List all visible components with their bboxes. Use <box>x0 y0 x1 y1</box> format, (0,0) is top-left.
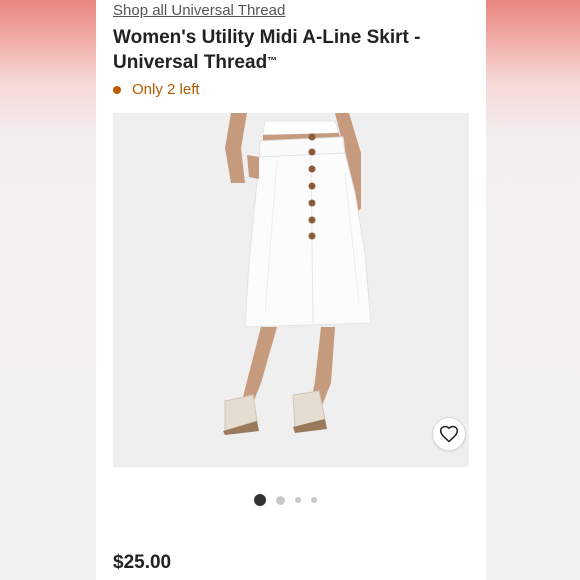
shop-all-link[interactable]: Shop all Universal Thread <box>113 2 285 19</box>
left-backdrop <box>0 0 96 580</box>
gallery-dot-4[interactable] <box>311 497 317 503</box>
stock-status-text: Only 2 left <box>132 81 200 98</box>
product-card: Shop all Universal Thread Women's Utilit… <box>96 0 486 580</box>
gallery-dot-3[interactable] <box>295 497 301 503</box>
trademark-symbol: ™ <box>267 56 278 67</box>
gallery-dot-2[interactable] <box>276 495 285 505</box>
product-price: $25.00 <box>113 552 172 573</box>
gallery-pagination <box>254 494 317 506</box>
favorite-button[interactable] <box>432 417 466 451</box>
product-title: Women's Utility Midi A-Line Skirt - Univ… <box>113 25 473 75</box>
heart-outline-icon <box>439 425 459 443</box>
stock-status: Only 2 left <box>113 81 200 98</box>
skirt-photo <box>113 113 469 467</box>
product-image[interactable] <box>113 113 469 467</box>
gallery-dot-1[interactable] <box>254 494 266 506</box>
stock-dot-icon <box>113 85 121 94</box>
right-backdrop <box>486 0 580 580</box>
